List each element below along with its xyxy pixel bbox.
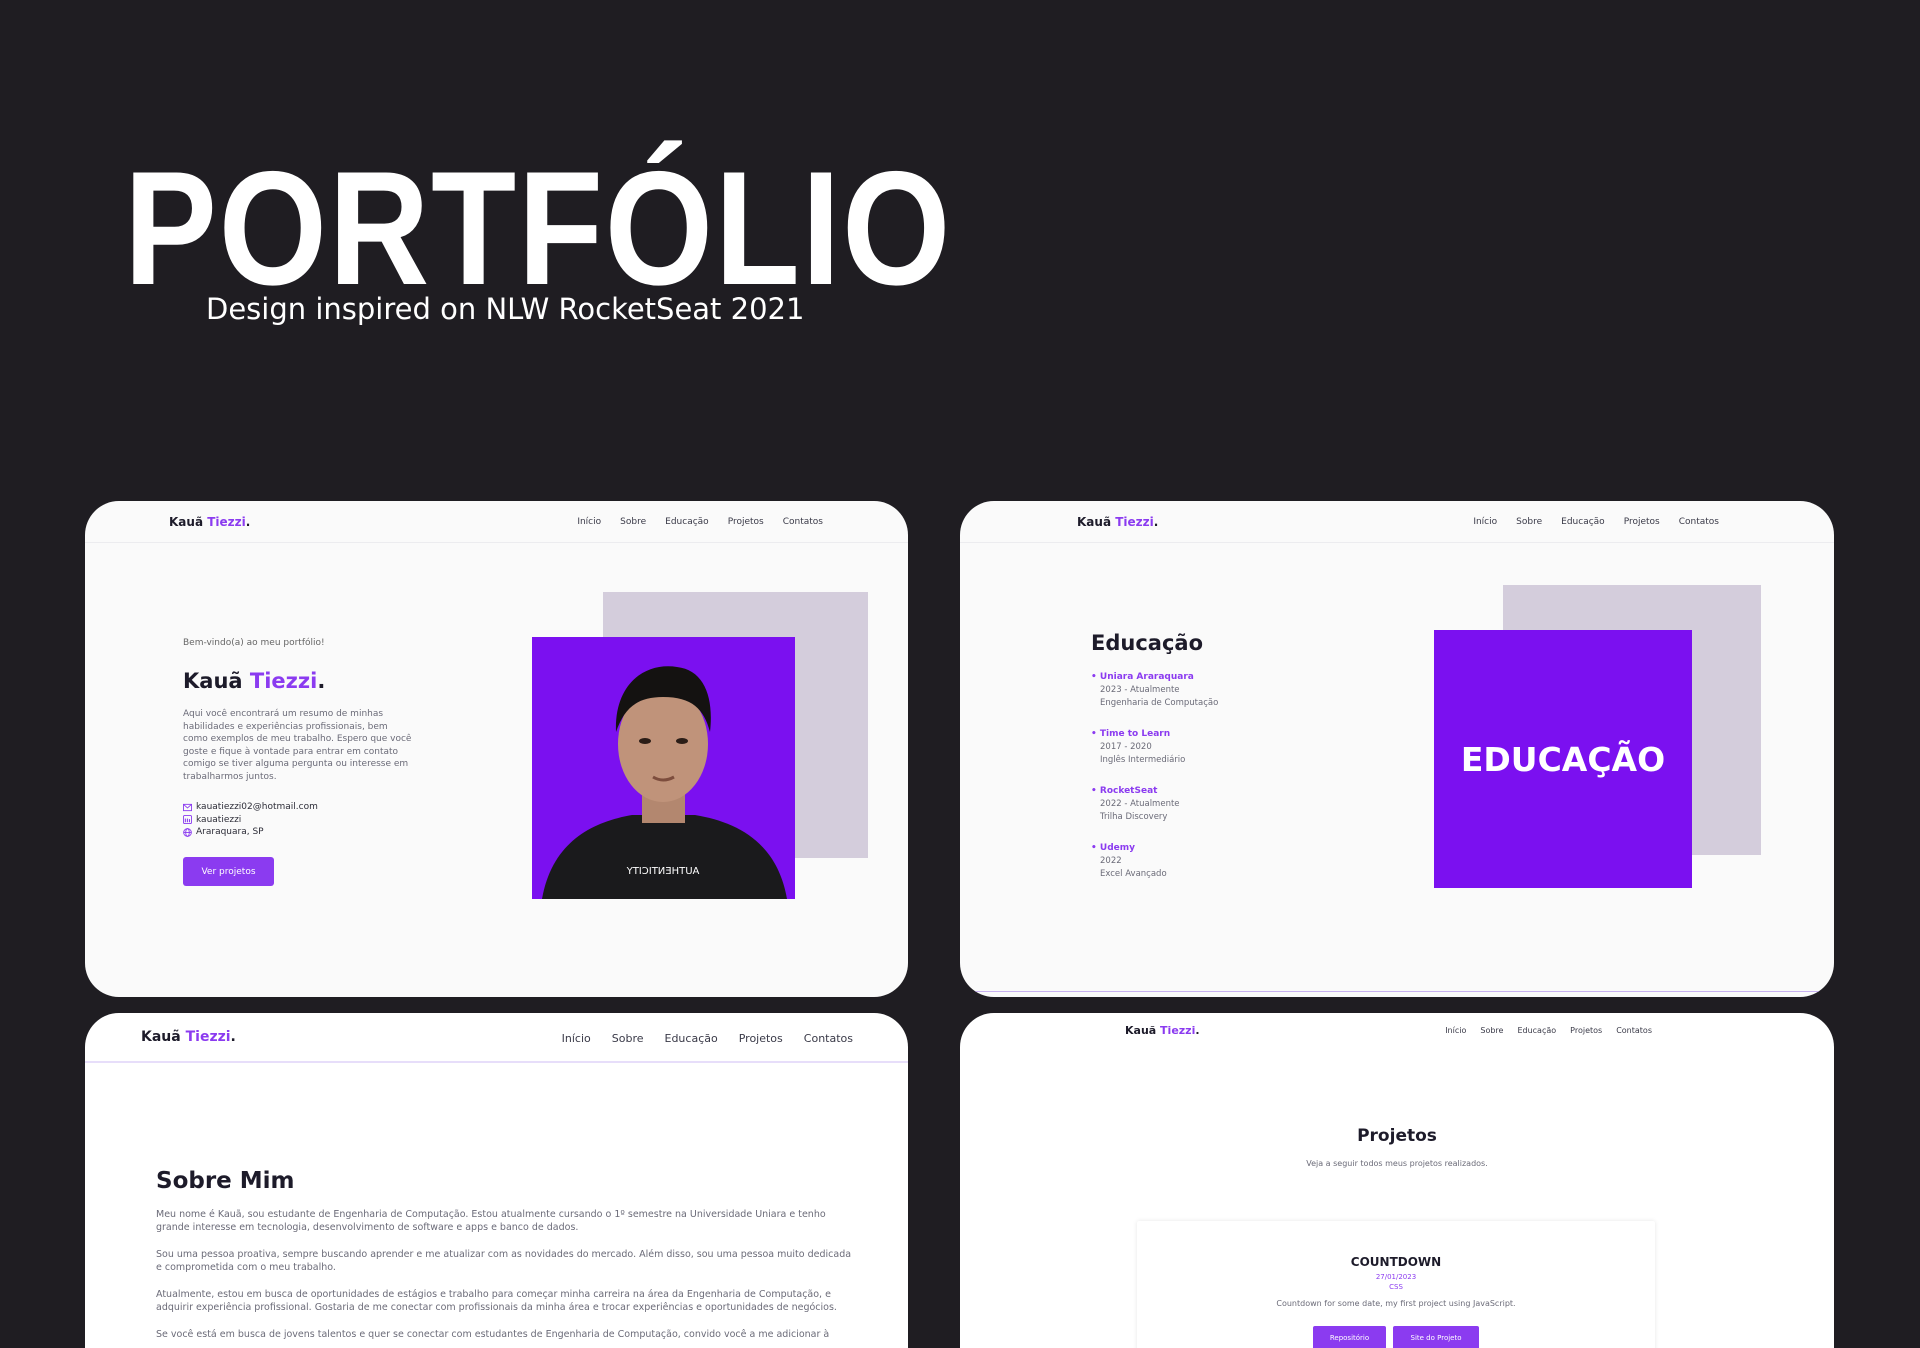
nav-item-projetos[interactable]: Projetos (739, 1032, 783, 1045)
nav-item-projetos[interactable]: Projetos (1570, 1026, 1602, 1035)
brand-logo[interactable]: Kauã Tiezzi. (169, 515, 250, 529)
nav-item-contatos[interactable]: Contatos (1616, 1026, 1652, 1035)
nav-item-educacao[interactable]: Educação (665, 517, 709, 527)
repository-button[interactable]: Repositório (1313, 1326, 1386, 1348)
globe-icon (183, 827, 192, 837)
project-actions: Repositório Site do Projeto (1137, 1326, 1655, 1348)
nav-item-sobre[interactable]: Sobre (1480, 1026, 1503, 1035)
education-item: • Time to Learn 2017 - 2020 Inglês Inter… (1091, 729, 1186, 765)
contact-list: kauatiezzi02@hotmail.com kauatiezzi Arar… (183, 801, 318, 839)
project-card: COUNTDOWN 27/01/2023 CSS Countdown for s… (1137, 1221, 1655, 1348)
education-title: Educação (1091, 631, 1203, 655)
navbar: Kauã Tiezzi. Início Sobre Educação Proje… (85, 501, 908, 543)
divider (972, 991, 1822, 992)
hero-title: PORTFÓLIO (124, 138, 953, 319)
education-screenshot: Kauã Tiezzi. Início Sobre Educação Proje… (960, 501, 1834, 997)
linkedin-icon (183, 815, 192, 825)
nav-menu: Início Sobre Educação Projetos Contatos (1473, 517, 1719, 527)
education-item: • Udemy 2022 Excel Avançado (1091, 843, 1167, 879)
nav-item-projetos[interactable]: Projetos (728, 517, 764, 527)
nav-item-educacao[interactable]: Educação (665, 1032, 718, 1045)
nav-item-educacao[interactable]: Educação (1561, 517, 1605, 527)
shirt-text: AUTHENTICITY (626, 866, 700, 877)
projects-screenshot: Kauã Tiezzi. Início Sobre Educação Proje… (960, 1013, 1834, 1348)
nav-item-contatos[interactable]: Contatos (783, 517, 823, 527)
nav-item-sobre[interactable]: Sobre (1516, 517, 1542, 527)
about-title: Sobre Mim (156, 1168, 295, 1194)
nav-item-inicio[interactable]: Início (1473, 517, 1497, 527)
nav-menu: Início Sobre Educação Projetos Contatos (562, 1032, 853, 1045)
nav-item-sobre[interactable]: Sobre (620, 517, 646, 527)
nav-item-contatos[interactable]: Contatos (1679, 517, 1719, 527)
nav-item-sobre[interactable]: Sobre (612, 1032, 644, 1045)
nav-item-contatos[interactable]: Contatos (804, 1032, 853, 1045)
contact-location: Araraquara, SP (183, 826, 318, 839)
nav-item-inicio[interactable]: Início (1445, 1026, 1466, 1035)
education-list: • Uniara Araraquara 2023 - Atualmente En… (1091, 671, 1218, 899)
contact-linkedin[interactable]: kauatiezzi (183, 814, 318, 827)
projects-title: Projetos (1357, 1126, 1437, 1146)
home-name: Kauã Tiezzi. (183, 669, 326, 693)
profile-photo: AUTHENTICITY (532, 637, 795, 899)
project-title: COUNTDOWN (1350, 1255, 1442, 1269)
welcome-text: Bem-vindo(a) ao meu portfólio! (183, 638, 325, 648)
navbar: Kauã Tiezzi. Início Sobre Educação Proje… (960, 1013, 1834, 1047)
project-description: Countdown for some date, my first projec… (1276, 1299, 1516, 1308)
brand-logo[interactable]: Kauã Tiezzi. (141, 1029, 236, 1045)
contact-email[interactable]: kauatiezzi02@hotmail.com (183, 801, 318, 814)
nav-item-inicio[interactable]: Início (577, 517, 601, 527)
intro-text: Aqui você encontrará um resumo de minhas… (183, 709, 412, 782)
view-projects-button[interactable]: Ver projetos (183, 857, 274, 886)
about-screenshot: Kauã Tiezzi. Início Sobre Educação Proje… (85, 1013, 908, 1348)
education-item: • RocketSeat 2022 - Atualmente Trilha Di… (1091, 786, 1180, 822)
brand-logo[interactable]: Kauã Tiezzi. (1125, 1024, 1200, 1037)
education-banner: EDUCAÇÃO (1434, 630, 1692, 888)
projects-subtitle: Veja a seguir todos meus projetos realiz… (1306, 1159, 1488, 1168)
education-item: • Uniara Araraquara 2023 - Atualmente En… (1091, 672, 1219, 708)
about-text: Meu nome é Kauã, sou estudante de Engenh… (156, 1209, 852, 1340)
nav-item-educacao[interactable]: Educação (1517, 1026, 1556, 1035)
nav-item-projetos[interactable]: Projetos (1624, 517, 1660, 527)
nav-menu: Início Sobre Educação Projetos Contatos (577, 517, 823, 527)
mail-icon (183, 803, 192, 811)
project-tag: CSS (1389, 1283, 1403, 1291)
navbar: Kauã Tiezzi. Início Sobre Educação Proje… (960, 501, 1834, 543)
hero-subtitle: Design inspired on NLW RocketSeat 2021 (206, 292, 805, 326)
brand-logo[interactable]: Kauã Tiezzi. (1077, 515, 1158, 529)
profile-photo-illustration: AUTHENTICITY (532, 637, 795, 899)
project-site-button[interactable]: Site do Projeto (1393, 1326, 1479, 1348)
nav-item-inicio[interactable]: Início (562, 1032, 591, 1045)
nav-menu: Início Sobre Educação Projetos Contatos (1445, 1026, 1652, 1035)
navbar: Kauã Tiezzi. Início Sobre Educação Proje… (85, 1013, 908, 1063)
home-screenshot: Kauã Tiezzi. Início Sobre Educação Proje… (85, 501, 908, 997)
project-date: 27/01/2023 (1375, 1273, 1417, 1281)
